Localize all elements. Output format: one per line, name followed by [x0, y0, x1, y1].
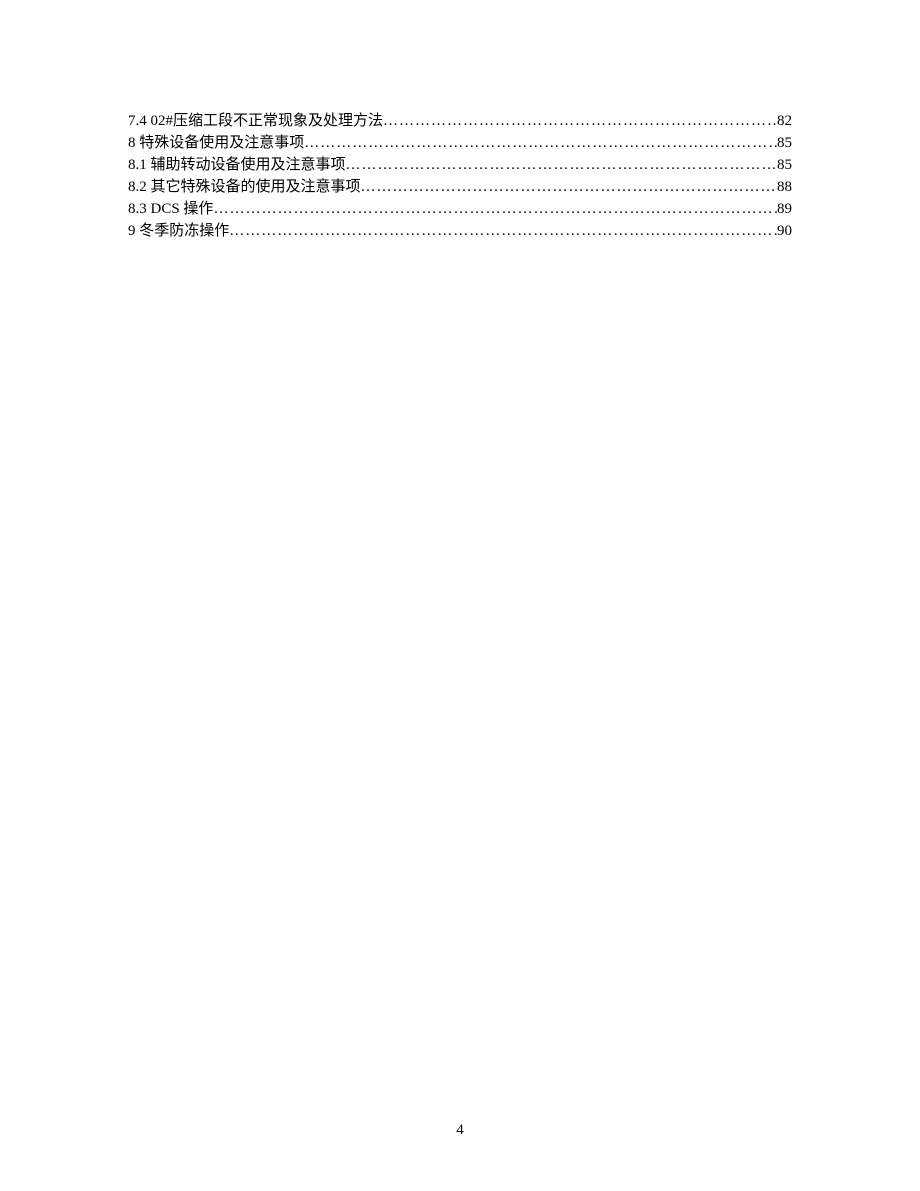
document-page: 7.4 02#压缩工段不正常现象及处理方法 82 8 特殊设备使用及注意事项 8… — [0, 0, 920, 242]
toc-page-number: 82 — [777, 110, 792, 132]
toc-leader-dots — [229, 220, 777, 242]
toc-leader-dots — [213, 198, 777, 220]
table-of-contents: 7.4 02#压缩工段不正常现象及处理方法 82 8 特殊设备使用及注意事项 8… — [128, 110, 792, 242]
toc-entry: 8.2 其它特殊设备的使用及注意事项 88 — [128, 176, 792, 198]
toc-label: 8 特殊设备使用及注意事项 — [128, 132, 304, 154]
toc-leader-dots — [304, 132, 777, 154]
toc-page-number: 85 — [777, 154, 792, 176]
toc-entry: 8 特殊设备使用及注意事项 85 — [128, 132, 792, 154]
toc-label: 8.2 其它特殊设备的使用及注意事项 — [128, 176, 361, 198]
toc-leader-dots — [383, 110, 777, 132]
toc-leader-dots — [361, 176, 777, 198]
toc-label: 9 冬季防冻操作 — [128, 220, 229, 242]
toc-entry: 8.3 DCS 操作 89 — [128, 198, 792, 220]
page-number: 4 — [0, 1122, 920, 1139]
toc-label: 7.4 02#压缩工段不正常现象及处理方法 — [128, 110, 383, 132]
toc-label: 8.3 DCS 操作 — [128, 198, 213, 220]
toc-label: 8.1 辅助转动设备使用及注意事项 — [128, 154, 346, 176]
toc-entry: 9 冬季防冻操作 90 — [128, 220, 792, 242]
toc-page-number: 89 — [777, 198, 792, 220]
toc-page-number: 85 — [777, 132, 792, 154]
toc-page-number: 90 — [777, 220, 792, 242]
toc-entry: 8.1 辅助转动设备使用及注意事项 85 — [128, 154, 792, 176]
toc-entry: 7.4 02#压缩工段不正常现象及处理方法 82 — [128, 110, 792, 132]
toc-page-number: 88 — [777, 176, 792, 198]
toc-leader-dots — [346, 154, 777, 176]
